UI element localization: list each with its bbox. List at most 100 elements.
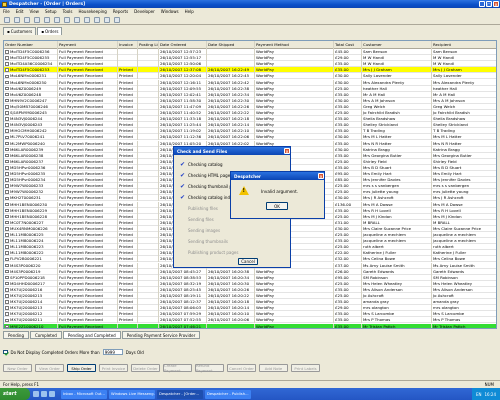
row-select-checkbox[interactable] [5,92,9,97]
row-select-checkbox[interactable] [5,257,9,262]
row-select-checkbox[interactable] [5,166,9,170]
column-header[interactable]: Customer [362,41,432,49]
row-select-checkbox[interactable] [5,147,9,152]
print-invoice-button[interactable]: Print Invoice [99,364,128,372]
tab-pending-payment-service-provider[interactable]: Pending Payment Service Provider [121,331,201,339]
row-select-checkbox[interactable] [5,68,9,72]
menu-item-view[interactable]: View [29,9,39,14]
new-tool-icon[interactable] [3,16,11,24]
row-select-checkbox[interactable] [5,300,9,304]
tab-pending-and-completed[interactable]: Pending and Completed [62,331,121,339]
add-note-button[interactable]: Add Note [259,364,288,372]
column-header[interactable]: Payment Method [255,41,334,49]
column-header[interactable]: Invoice [118,41,138,49]
row-select-checkbox[interactable] [5,184,9,188]
menu-item-housekeeping[interactable]: Housekeeping [78,9,106,14]
paste-tool-icon[interactable] [63,16,71,24]
row-select-checkbox[interactable] [5,98,9,103]
open-tool-icon[interactable] [13,16,21,24]
dialog-close-button[interactable]: × [284,148,290,154]
row-select-checkbox[interactable] [5,312,9,316]
delete-order-button[interactable]: Delete Order [131,364,160,372]
desktop-icon[interactable] [33,391,39,397]
row-select-checkbox[interactable] [5,281,9,286]
row-select-checkbox[interactable] [5,208,9,213]
row-select-checkbox[interactable] [5,306,9,310]
row-select-checkbox[interactable] [5,245,9,249]
menu-item-file[interactable]: File [3,9,10,14]
msgbox-close-button[interactable]: × [318,173,324,179]
ship-order-button[interactable]: Ship Order [67,364,96,372]
row-select-checkbox[interactable] [5,117,9,121]
save-tool-icon[interactable] [23,16,31,24]
row-select-checkbox[interactable] [5,275,9,280]
row-select-checkbox[interactable] [5,141,9,146]
column-header[interactable]: Posting List [138,41,159,49]
cut-tool-icon[interactable] [43,16,51,24]
row-select-checkbox[interactable] [5,196,9,201]
row-select-checkbox[interactable] [5,123,9,127]
row-select-checkbox[interactable] [5,233,9,237]
row-select-checkbox[interactable] [5,159,9,164]
mail-icon[interactable] [49,391,55,397]
refresh-tool-icon[interactable] [93,16,101,24]
row-select-checkbox[interactable] [5,74,9,79]
taskbar-task-button[interactable]: Despatcher - [Order... [157,389,203,399]
menu-item-developer[interactable]: Developer [134,9,155,14]
create-payment-button[interactable]: Create Payment [163,363,192,373]
row-select-checkbox[interactable] [5,153,9,158]
column-header[interactable]: Recipient [432,41,496,49]
maximize-button[interactable]: □ [486,1,492,7]
close-button[interactable]: × [493,1,499,7]
row-select-checkbox[interactable] [5,135,9,140]
column-header[interactable]: Payment [58,41,118,49]
doc-tab-customers[interactable]: ▪ Customers [3,27,37,35]
minimize-button[interactable]: _ [479,1,485,7]
column-header[interactable]: Order Number [4,41,58,49]
ok-button[interactable]: OK [266,202,288,210]
doc-tab-orders[interactable]: ▪ Orders [37,27,63,35]
row-select-checkbox[interactable] [5,251,9,255]
row-select-checkbox[interactable] [5,111,9,115]
row-select-checkbox[interactable] [5,80,9,85]
taskbar-task-button[interactable]: Despatcher - Publish... [205,389,251,399]
column-header[interactable]: Date Shipped [207,41,255,49]
menu-item-setup[interactable]: Setup [45,9,57,14]
find-tool-icon[interactable] [83,16,91,24]
row-select-checkbox[interactable] [5,50,9,54]
taskbar-task-button[interactable]: Inbox - Microsoft Out... [61,389,107,399]
row-select-checkbox[interactable] [5,172,9,176]
row-select-checkbox[interactable] [5,178,9,182]
menu-item-windows[interactable]: Windows [161,9,179,14]
tab-completed[interactable]: Completed [30,331,62,339]
row-select-checkbox[interactable] [5,214,9,219]
refund-payment-button[interactable]: Refund Payment [195,363,224,373]
dialog-cancel-button[interactable]: Cancel [238,258,258,265]
table-row[interactable]: MRE2Z10006210 Full Payment Received 26/10/… [4,323,496,328]
tab-pending[interactable]: Pending [3,331,29,339]
days-old-input[interactable]: 9999 [102,349,123,355]
row-select-checkbox[interactable] [5,269,9,274]
language-indicator[interactable]: EN [476,392,482,397]
row-select-checkbox[interactable] [5,288,9,292]
print-tool-icon[interactable] [33,16,41,24]
row-select-checkbox[interactable] [5,239,9,243]
menu-item-reports[interactable]: Reports [113,9,128,14]
hide-completed-checkbox[interactable] [3,349,8,355]
row-select-checkbox[interactable] [5,294,9,298]
column-header[interactable]: Date Ordered [159,41,207,49]
start-button[interactable]: start [0,388,30,400]
row-select-checkbox[interactable] [5,56,9,60]
browser-icon[interactable] [41,391,47,397]
new-order-button[interactable]: New Order [3,364,32,372]
row-select-checkbox[interactable] [5,318,9,323]
row-select-checkbox[interactable] [5,62,9,66]
menu-item-help[interactable]: Help [185,9,194,14]
help-tool-icon[interactable] [113,16,121,24]
row-select-checkbox[interactable] [5,129,9,133]
taskbar-task-button[interactable]: Windows Live Messeng... [109,389,155,399]
copy-tool-icon[interactable] [53,16,61,24]
row-select-checkbox[interactable] [5,86,9,91]
row-select-checkbox[interactable] [5,227,9,231]
row-select-checkbox[interactable] [5,324,9,328]
